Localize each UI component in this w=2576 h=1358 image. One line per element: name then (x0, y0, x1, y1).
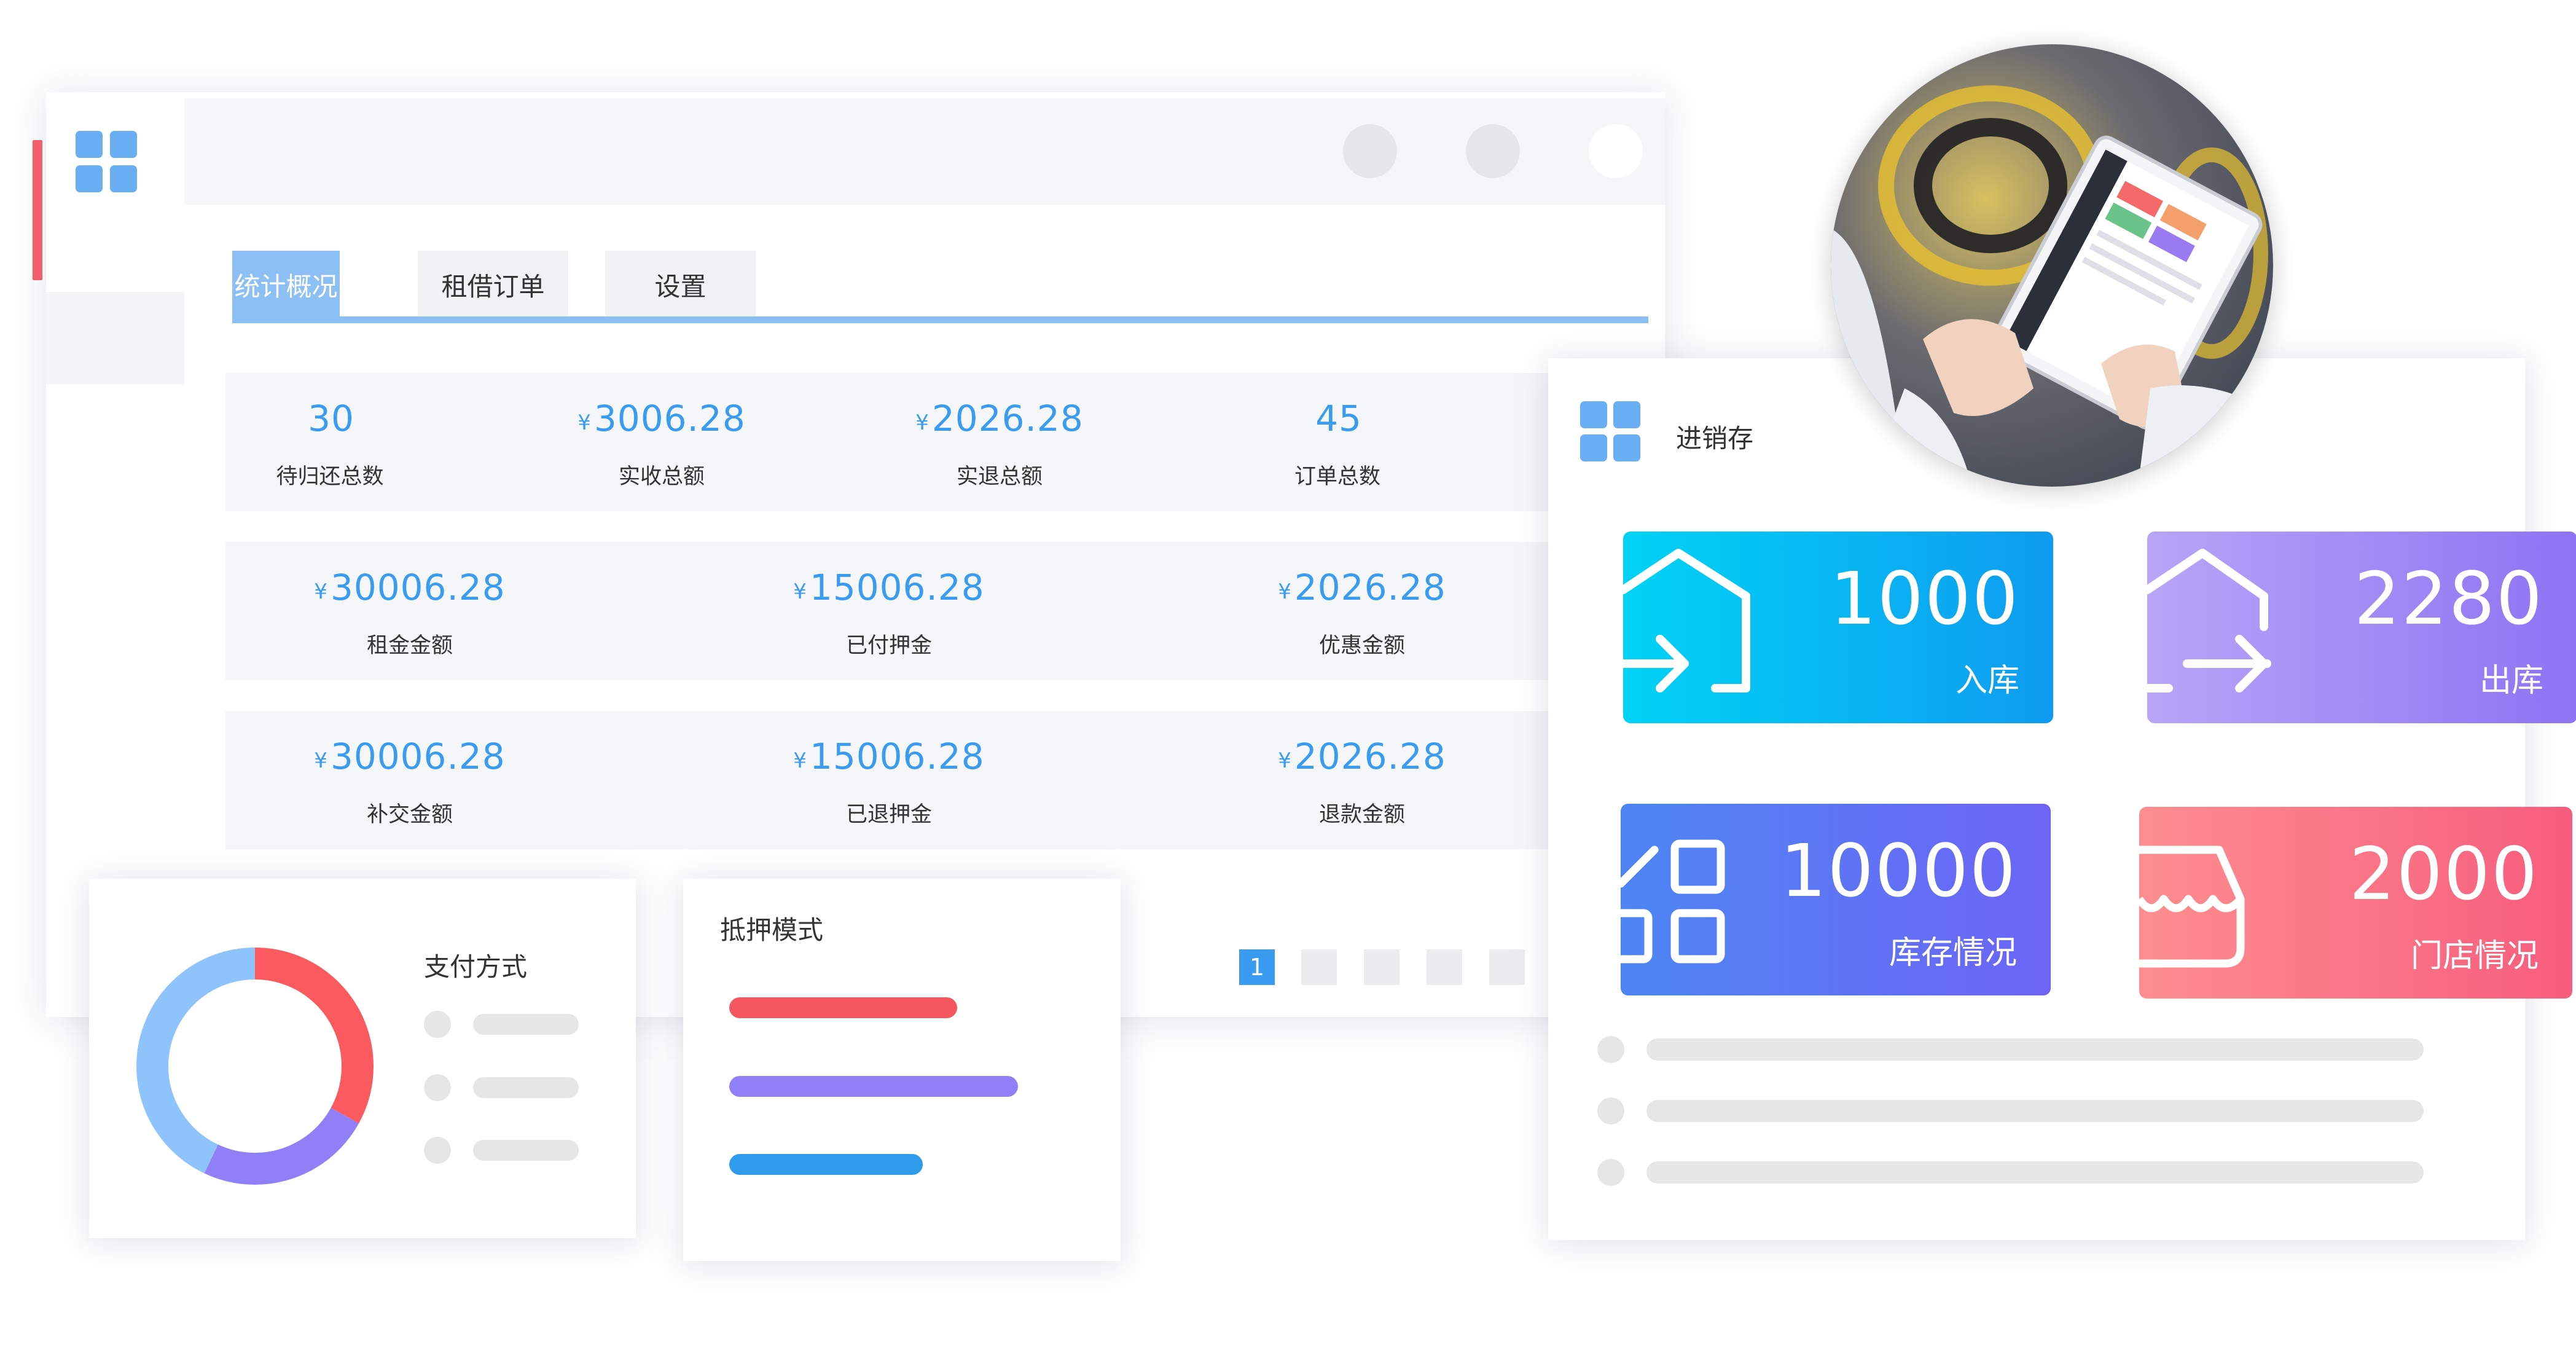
stat-cell: 45 订单总数 (1227, 373, 1448, 511)
tablet-photo (1831, 44, 2273, 487)
legend-placeholder (473, 1077, 579, 1098)
stat-label: 已付押金 (845, 634, 932, 658)
stock-grid-icon (1621, 839, 1725, 964)
toolbar-button-2[interactable] (1466, 124, 1520, 178)
sidebar-item[interactable] (46, 292, 184, 384)
tile-store-status[interactable]: 2000 门店情况 (2139, 807, 2572, 999)
tile-value: 1000 (1830, 556, 2019, 641)
legend-dot (424, 1074, 451, 1101)
inventory-card: 进销存 1000 入库 2280 出库 10000 库存情况 2000 门店情况 (1548, 358, 2576, 1240)
stat-label: 已退押金 (845, 803, 932, 827)
stat-value: 45 (1315, 398, 1362, 439)
stat-cell: ¥2026.28 优惠金额 (1227, 542, 1497, 680)
tab-rental-orders[interactable]: 租借订单 (418, 251, 568, 318)
stat-label: 补交金额 (366, 803, 453, 827)
deposit-mode-card: 抵押模式 (683, 879, 1121, 1261)
app-grid-icon[interactable] (76, 131, 137, 192)
stat-label: 租金金额 (366, 634, 453, 658)
stat-label: 优惠金额 (1318, 634, 1405, 658)
stat-label: 订单总数 (1294, 465, 1380, 489)
stat-cell: ¥3006.28 实收总额 (551, 373, 772, 511)
stat-cell: ¥2026.28 退款金额 (1227, 711, 1497, 849)
stat-value: ¥30006.28 (314, 567, 506, 608)
legend-dot (424, 1137, 451, 1164)
store-icon (2139, 846, 2245, 968)
stats-row-2: ¥30006.28 租金金额 ¥15006.28 已付押金 ¥2026.28 优… (225, 542, 1602, 680)
page-button[interactable] (1427, 949, 1462, 985)
deposit-bar (729, 1076, 1018, 1097)
stat-value: ¥2026.28 (915, 398, 1084, 439)
stat-label: 退款金额 (1318, 803, 1405, 827)
deposit-bar (729, 1154, 923, 1175)
page-button[interactable] (1364, 949, 1400, 985)
stat-value: ¥2026.28 (1278, 567, 1446, 608)
list-placeholder (1646, 1038, 2424, 1061)
page-button[interactable] (1301, 949, 1337, 985)
tablet-photo-illustration (1831, 44, 2273, 487)
tile-label: 库存情况 (1889, 935, 2017, 971)
deposit-bar (729, 997, 957, 1018)
inventory-card-title: 进销存 (1676, 423, 1754, 453)
stat-value: ¥3006.28 (577, 398, 746, 439)
legend-placeholder (473, 1014, 579, 1035)
tile-value: 2000 (2349, 831, 2539, 916)
legend-placeholder (473, 1140, 579, 1161)
tile-value: 10000 (1780, 828, 2017, 913)
inventory-grid-icon (1580, 401, 1640, 461)
tile-label: 出库 (2479, 662, 2543, 699)
stat-value: ¥15006.28 (793, 736, 985, 777)
warehouse-in-icon (1623, 549, 1750, 693)
stat-label: 实收总额 (618, 465, 705, 489)
list-dot (1597, 1097, 1624, 1124)
list-dot (1597, 1036, 1624, 1063)
tile-stock-status[interactable]: 10000 库存情况 (1621, 804, 2051, 995)
stat-cell: ¥30006.28 补交金额 (275, 711, 545, 849)
top-bar (184, 98, 1665, 205)
list-dot (1597, 1159, 1624, 1186)
payment-card-title: 支付方式 (424, 952, 528, 982)
list-placeholder (1646, 1161, 2424, 1183)
tile-label: 门店情况 (2410, 938, 2539, 975)
payment-donut-chart (136, 948, 374, 1185)
stats-row-1: 30 待归还总数 ¥3006.28 实收总额 ¥2026.28 实退总额 45 … (225, 373, 1602, 511)
tile-stock-out[interactable]: 2280 出库 (2147, 532, 2576, 723)
legend-dot (424, 1011, 451, 1038)
tab-settings[interactable]: 设置 (605, 251, 756, 318)
stat-cell: 30 待归还总数 (256, 373, 404, 511)
stats-row-3: ¥30006.28 补交金额 ¥15006.28 已退押金 ¥2026.28 退… (225, 711, 1602, 849)
payment-method-card: 支付方式 (89, 879, 636, 1238)
tab-underline (232, 316, 1648, 323)
tile-label: 入库 (1955, 662, 2019, 699)
deposit-card-title: 抵押模式 (720, 915, 824, 945)
warehouse-out-icon (2147, 549, 2271, 693)
stat-cell: ¥15006.28 已退押金 (754, 711, 1024, 849)
sidebar-active-marker (33, 140, 42, 280)
page-button[interactable] (1489, 949, 1525, 985)
stat-label: 待归还总数 (276, 465, 384, 489)
toolbar-button-3[interactable] (1589, 124, 1643, 178)
stat-cell: ¥2026.28 实退总额 (889, 373, 1110, 511)
stat-cell: ¥15006.28 已付押金 (754, 542, 1024, 680)
stat-value: ¥2026.28 (1278, 736, 1446, 777)
stat-cell: ¥30006.28 租金金额 (275, 542, 545, 680)
tile-stock-in[interactable]: 1000 入库 (1623, 532, 2053, 723)
list-placeholder (1646, 1100, 2424, 1122)
stat-value: 30 (308, 398, 354, 439)
tile-value: 2280 (2354, 556, 2543, 641)
tab-statistics[interactable]: 统计概况 (232, 251, 340, 318)
stat-label: 实退总额 (956, 465, 1043, 489)
stat-value: ¥30006.28 (314, 736, 506, 777)
toolbar-button-1[interactable] (1343, 124, 1397, 178)
stat-value: ¥15006.28 (793, 567, 985, 608)
page-button-1[interactable]: 1 (1239, 949, 1275, 985)
